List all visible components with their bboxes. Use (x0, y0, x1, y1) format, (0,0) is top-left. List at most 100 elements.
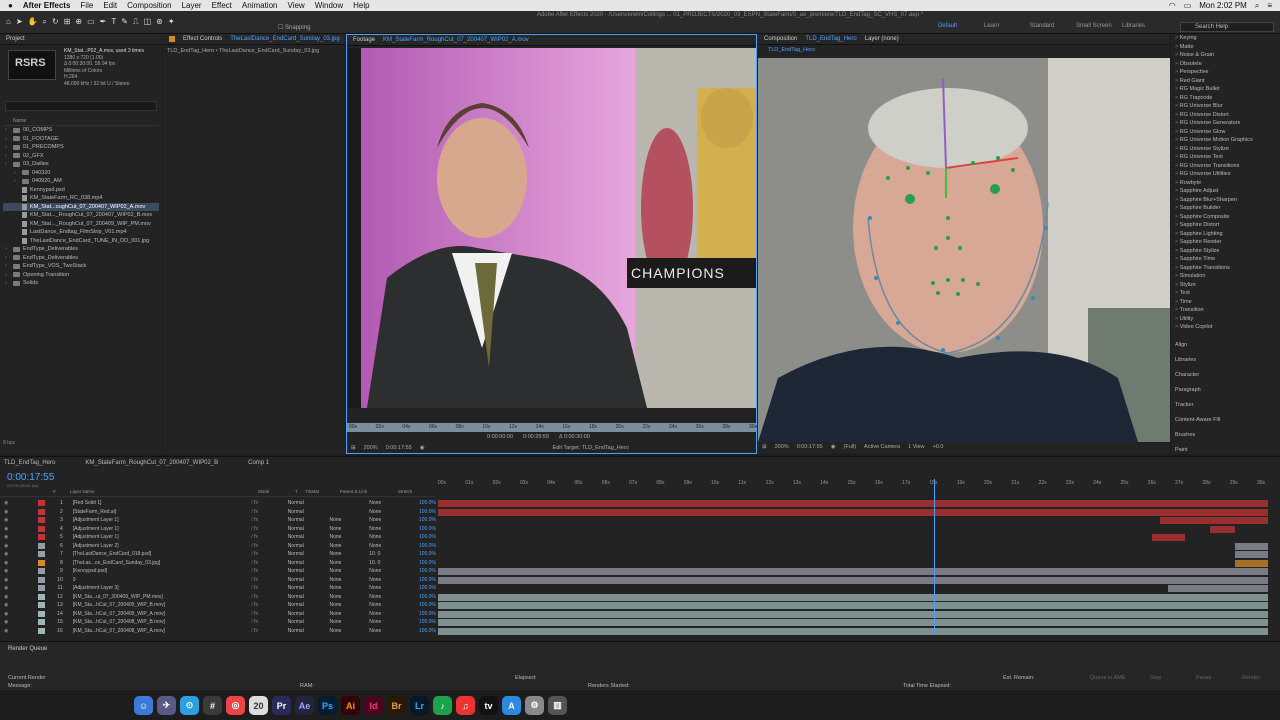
effect-category[interactable]: Rowbyte (1175, 179, 1253, 188)
parent-dropdown[interactable]: None (369, 602, 419, 608)
app-store-icon[interactable]: A (502, 696, 521, 715)
blend-mode-dropdown[interactable]: Normal (288, 551, 330, 557)
blend-mode-dropdown[interactable]: Normal (288, 611, 330, 617)
switches[interactable]: ⁄ fx (252, 509, 288, 515)
effect-category[interactable]: RG Universe Motion Graphics (1175, 136, 1253, 145)
timeline-tab[interactable]: KM_StateFarm_RoughCut_07_200407_WIP02_B (85, 460, 218, 466)
blend-mode-dropdown[interactable]: Normal (288, 568, 330, 574)
stretch-value[interactable]: 100.0% (419, 560, 436, 566)
footage-frame[interactable]: CHAMPIONS (347, 48, 756, 408)
effect-category[interactable]: Sapphire Adjust (1175, 187, 1253, 196)
layer-name[interactable]: [Kennypsd.psd] (73, 568, 252, 574)
rect-tool-icon[interactable]: ▭ (87, 17, 95, 27)
panel-section-header[interactable]: Paragraph (1175, 387, 1201, 393)
finder-icon[interactable]: ☺ (134, 696, 153, 715)
layer-name[interactable]: [TheLas...ce_EndCard_Sunday_03.jpg] (73, 560, 252, 566)
grid-icon[interactable]: ⊞ (351, 445, 356, 451)
eye-icon[interactable]: ◉ (0, 611, 38, 617)
layer-row[interactable]: ◉ 1 [Red Solid 1] ⁄ fx Normal None 100.0% (0, 499, 436, 508)
playhead[interactable] (933, 479, 935, 634)
disclosure-icon[interactable]: › (14, 170, 22, 176)
switches[interactable]: ⁄ fx (252, 526, 288, 532)
label-color-swatch[interactable] (37, 593, 45, 600)
workspace-learn[interactable]: Learn (984, 23, 1030, 29)
stretch-value[interactable]: 100.0% (419, 534, 436, 540)
workspace-libraries[interactable]: Libraries (1122, 23, 1168, 29)
stretch-value[interactable]: 100.0% (419, 568, 436, 574)
stretch-value[interactable]: 100.0% (419, 517, 436, 523)
blend-mode-dropdown[interactable]: Normal (288, 526, 330, 532)
effect-category[interactable]: Sapphire Lighting (1175, 230, 1253, 239)
project-item[interactable]: › Opening Transition (3, 271, 159, 280)
project-item[interactable]: LastDance_Endtag_FilmStrip_V01.mp4 (3, 228, 159, 237)
layer-row[interactable]: ◉ 9 [Kennypsd.psd] ⁄ fx Normal None None 100.0% (0, 567, 436, 576)
label-color-swatch[interactable] (37, 568, 45, 575)
stretch-value[interactable]: 100.0% (419, 509, 436, 515)
trkmat-dropdown[interactable]: None (329, 534, 369, 540)
layer-row[interactable]: ◉ 14 [KM_Sta...hCut_07_200409_WIP_A.mov] ⁄ … (0, 610, 436, 619)
label-color-swatch[interactable] (37, 525, 45, 532)
music-icon[interactable]: ♫ (456, 696, 475, 715)
label-color-swatch[interactable] (37, 602, 45, 609)
trkmat-dropdown[interactable]: None (329, 585, 369, 591)
eye-icon[interactable]: ◉ (0, 560, 38, 566)
menu-window[interactable]: Window (315, 1, 343, 10)
layer-duration-bar[interactable] (438, 602, 1268, 609)
stretch-value[interactable]: 100.0% (419, 594, 436, 600)
layer-row[interactable]: ◉ 7 [TheLastDance_EndCard_018.psd] ⁄ fx Norm… (0, 550, 436, 559)
brush-tool-icon[interactable]: ✎ (121, 17, 128, 27)
parent-dropdown[interactable]: 10. 0 (369, 551, 419, 557)
effect-category[interactable]: RG Universe Utilities (1175, 170, 1253, 179)
stretch-value[interactable]: 100.0% (419, 585, 436, 591)
home-icon[interactable]: ⌂ (6, 17, 11, 27)
tv-icon[interactable]: tv (479, 696, 498, 715)
layer-name[interactable]: [Adjustment Layer 1] (73, 517, 252, 523)
disclosure-icon[interactable]: › (5, 280, 13, 286)
layer-row[interactable]: ◉ 6 [Adjustment Layer 2] ⁄ fx Normal None None… (0, 542, 436, 551)
menu-view[interactable]: View (287, 1, 304, 10)
eye-icon[interactable]: ◉ (0, 602, 38, 608)
selection-tool-icon[interactable]: ➤ (16, 17, 23, 27)
eye-icon[interactable]: ◉ (0, 594, 38, 600)
project-item[interactable]: › 040320 (3, 169, 159, 178)
stretch-value[interactable]: 100.0% (419, 577, 436, 583)
layer-duration-bar[interactable] (1160, 517, 1268, 524)
safari-icon[interactable]: ⊙ (180, 696, 199, 715)
col-layer-name[interactable]: Layer Name (70, 489, 95, 494)
layer-duration-bar[interactable] (438, 627, 1268, 635)
layer-duration-bar[interactable] (438, 576, 1268, 584)
blend-mode-dropdown[interactable]: Normal (288, 534, 330, 540)
blend-mode-dropdown[interactable]: Normal (288, 543, 330, 549)
project-item[interactable]: TheLastDance_EndCard_TUNE_IN_DD_001.jpg (3, 237, 159, 246)
camera-snapshot-icon[interactable]: ◉ (420, 445, 425, 451)
disclosure-icon[interactable]: › (5, 263, 13, 269)
camera-tool-icon[interactable]: ⊞ (64, 17, 71, 27)
workspace-default[interactable]: Default (938, 23, 984, 29)
app-menu[interactable]: After Effects (23, 1, 71, 10)
blend-mode-dropdown[interactable]: Normal (288, 517, 330, 523)
layer-duration-bar[interactable] (1234, 542, 1268, 550)
trkmat-dropdown[interactable]: None (329, 551, 369, 557)
layer-row[interactable]: ◉ 8 [TheLas...ce_EndCard_Sunday_03.jpg] ⁄ f… (0, 559, 436, 568)
blend-mode-dropdown[interactable]: Normal (288, 577, 330, 583)
project-item[interactable]: › 040920_AM (3, 177, 159, 186)
layer-duration-bar[interactable] (438, 619, 1268, 626)
effect-category[interactable]: Utility (1175, 315, 1253, 324)
effect-category[interactable]: RG Trapcode (1175, 94, 1253, 103)
stop-button[interactable]: Stop (1150, 675, 1161, 681)
search-help-input[interactable]: Search Help (1180, 22, 1274, 32)
disclosure-icon[interactable]: › (5, 153, 13, 159)
switches[interactable]: ⁄ fx (252, 594, 288, 600)
panel-section-header[interactable]: Character (1175, 372, 1199, 378)
parent-dropdown[interactable]: None (369, 628, 419, 634)
label-color-swatch[interactable] (37, 619, 45, 626)
menu-file[interactable]: File (80, 1, 93, 10)
effect-category[interactable]: Sapphire Transitions (1175, 264, 1253, 273)
blend-mode-dropdown[interactable]: Normal (288, 560, 330, 566)
parent-dropdown[interactable]: None (369, 611, 419, 617)
trkmat-dropdown[interactable]: None (329, 568, 369, 574)
blend-mode-dropdown[interactable]: Normal (288, 594, 330, 600)
stamp-tool-icon[interactable]: ⎍ (133, 17, 139, 27)
switches[interactable]: ⁄ fx (252, 611, 288, 617)
camera-dropdown[interactable]: Active Camera (864, 444, 900, 450)
